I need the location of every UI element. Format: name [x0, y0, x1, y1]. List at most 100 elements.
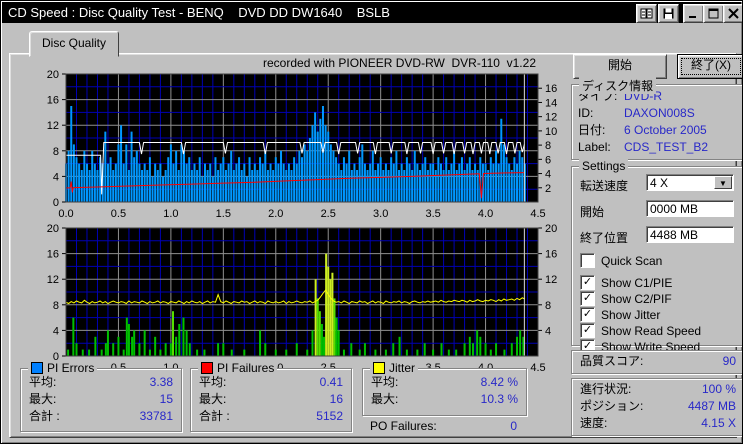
pi-failures-max: 16 [329, 392, 343, 406]
checkbox-icon[interactable]: ✓ [580, 307, 595, 322]
tab-disc-quality[interactable]: Disc Quality [29, 31, 119, 57]
pi-errors-max: 15 [159, 392, 173, 406]
svg-text:4: 4 [53, 171, 59, 183]
main-panel: recorded with PIONEER DVD-RW DVR-110 v1.… [9, 53, 742, 438]
pi-failures-jitter-chart: 048121620201612840.00.51.01.52.02.53.03.… [47, 223, 558, 374]
pi-failures-stats-box: PI Failures 平均: 0.41 最大: 16 合計 : 5152 [190, 361, 352, 432]
svg-text:4.5: 4.5 [530, 362, 545, 374]
tab-label: Disc Quality [41, 36, 106, 50]
avg-label: 平均: [371, 375, 399, 389]
checkbox-icon[interactable]: ✓ [580, 253, 595, 268]
start-button[interactable]: 開始 [573, 54, 667, 79]
start-mb-field[interactable]: 0000 MB [646, 200, 734, 217]
pi-errors-avg: 3.38 [149, 375, 173, 389]
svg-text:4: 4 [545, 325, 551, 337]
total-label: 合計 : [29, 409, 60, 423]
jitter-title: Jitter [389, 361, 416, 375]
minimize-icon [689, 16, 696, 18]
jitter-max: 10.3 % [480, 392, 518, 406]
svg-text:16: 16 [47, 249, 59, 261]
svg-text:0.0: 0.0 [58, 208, 73, 220]
jitter-stats-box: Jitter 平均: 8.42 % 最大: 10.3 % [362, 361, 527, 416]
close-button[interactable] [723, 4, 742, 23]
checkbox-icon[interactable]: ✓ [580, 275, 595, 290]
jitter-avg: 8.42 % [480, 375, 518, 389]
max-label: 最大: [371, 392, 399, 406]
pi-errors-title: PI Errors [47, 361, 95, 375]
pi-failures-title: PI Failures [217, 361, 275, 375]
checkbox-show-c2-pif[interactable]: ✓ Show C2/PIF [580, 291, 672, 306]
start-mb-label: 開始 [580, 205, 605, 219]
svg-text:3.0: 3.0 [373, 208, 388, 220]
pi-failures-avg: 0.41 [319, 375, 343, 389]
svg-text:2: 2 [545, 183, 551, 195]
svg-text:8: 8 [545, 140, 551, 152]
po-failures-value: 0 [510, 419, 517, 433]
po-failures-row: PO Failures: 0 [362, 418, 525, 435]
exit-button[interactable]: 終了(X) [677, 54, 742, 79]
checkbox-quick-scan[interactable]: ✓Quick Scan [580, 253, 662, 268]
disc-label-label: Label: [578, 140, 611, 154]
maximize-button[interactable] [703, 4, 724, 23]
disc-info-title: ディスク情報 [579, 77, 657, 94]
svg-text:16: 16 [545, 83, 557, 95]
disc-id-value: DAXON008S [624, 106, 695, 120]
svg-text:14: 14 [545, 97, 557, 109]
speed-dropdown[interactable]: 4 X ▼ [646, 174, 734, 191]
checkbox-show-c1-pie[interactable]: ✓ Show C1/PIE [580, 275, 672, 290]
quality-score-value: 90 [722, 354, 736, 368]
disc-label-value: CDS_TEST_B2 [624, 140, 709, 154]
disc-date-value: 6 October 2005 [624, 123, 707, 137]
svg-text:20: 20 [545, 223, 557, 235]
svg-text:16: 16 [47, 95, 59, 107]
titlebar: CD Speed : Disc Quality Test - BENQ DVD … [2, 2, 742, 23]
pi-failures-total: 5152 [316, 409, 343, 423]
svg-text:12: 12 [545, 112, 557, 124]
progress-box: 進行状況: 100 % ポジション: 4487 MB 速度: 4.15 X [571, 378, 742, 436]
maximize-icon [708, 8, 719, 19]
checkbox-show-read-speed[interactable]: ✓ Show Read Speed [580, 323, 701, 338]
position-value: 4487 MB [687, 399, 736, 413]
disc-date-label: 日付: [578, 123, 606, 137]
svg-text:16: 16 [545, 249, 557, 261]
pi-failures-legend-swatch [201, 362, 213, 374]
sidebar: 開始 終了(X) ディスク情報 タイプ: DVD-R ID: DAXON008S 日… [567, 54, 742, 437]
speed-label: 転送速度 [580, 179, 629, 193]
minimize-button[interactable] [683, 4, 704, 23]
svg-text:6: 6 [545, 154, 551, 166]
svg-text:1.0: 1.0 [163, 208, 178, 220]
close-icon [728, 8, 739, 19]
avg-label: 平均: [199, 375, 227, 389]
end-position-label: 終了位置 [580, 231, 629, 245]
checkbox-icon[interactable]: ✓ [580, 323, 595, 338]
svg-text:2.0: 2.0 [268, 208, 283, 220]
svg-text:2.5: 2.5 [321, 208, 336, 220]
progress-value: 100 % [701, 382, 736, 396]
total-label: 合計 : [199, 409, 230, 423]
svg-text:12: 12 [47, 274, 59, 286]
save-button[interactable] [658, 4, 679, 23]
app-window: CD Speed : Disc Quality Test - BENQ DVD … [0, 0, 743, 444]
svg-text:1.5: 1.5 [216, 208, 231, 220]
max-label: 最大: [29, 392, 57, 406]
window-title: CD Speed : Disc Quality Test - BENQ DVD … [8, 5, 390, 20]
disc-id-label: ID: [578, 106, 594, 120]
quality-score-label: 品質スコア: [580, 354, 644, 368]
end-position-field[interactable]: 4488 MB [646, 226, 734, 243]
quality-score-box: 品質スコア: 90 [571, 350, 742, 374]
pi-errors-stats-box: PI Errors 平均: 3.38 最大: 15 合計 : 33781 [20, 361, 182, 432]
svg-text:12: 12 [545, 274, 557, 286]
svg-text:20: 20 [47, 69, 59, 81]
svg-text:3.5: 3.5 [425, 208, 440, 220]
speed-readout-value: 4.15 X [701, 416, 736, 430]
chevron-down-icon[interactable]: ▼ [714, 176, 732, 189]
checkbox-icon[interactable]: ✓ [580, 291, 595, 306]
svg-text:20: 20 [47, 223, 59, 235]
copy-icon [640, 8, 653, 19]
po-failures-label: PO Failures: [370, 419, 437, 433]
svg-text:12: 12 [47, 120, 59, 132]
max-label: 最大: [199, 392, 227, 406]
pi-errors-legend-swatch [31, 362, 43, 374]
checkbox-show-jitter[interactable]: ✓ Show Jitter [580, 307, 660, 322]
copy-button[interactable] [636, 4, 657, 23]
